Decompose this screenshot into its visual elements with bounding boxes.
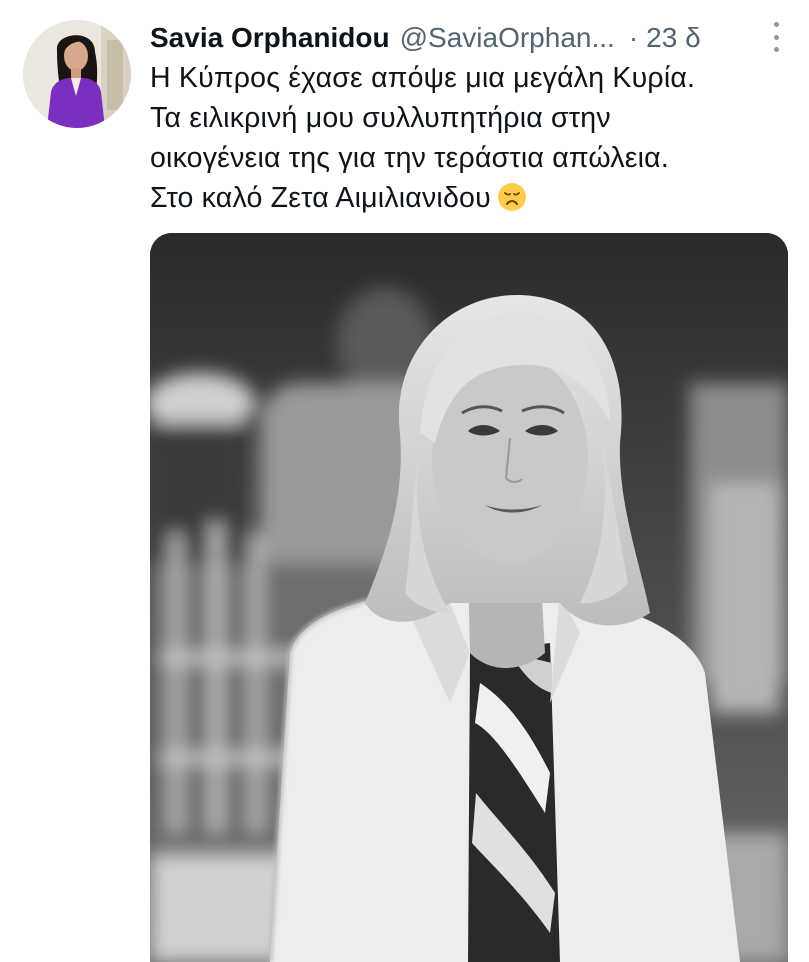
- avatar[interactable]: [23, 20, 131, 128]
- tweet-text-line: Η Κύπρος έχασε απόψε μια μεγάλη Κυρία.: [150, 62, 696, 94]
- disappointed-face-icon: [497, 182, 527, 223]
- author-handle[interactable]: @SaviaOrphan...: [400, 22, 615, 54]
- more-options-icon[interactable]: [771, 22, 781, 52]
- tweet-text-line-content: Στο καλό Ζετα Αιμιλιανιδου: [150, 182, 491, 214]
- tweet-header: Savia Orphanidou @SaviaOrphan... · 23 δ: [150, 16, 789, 60]
- tweet: Savia Orphanidou @SaviaOrphan... · 23 δ …: [0, 0, 809, 962]
- tweet-text: Η Κύπρος έχασε απόψε μια μεγάλη Κυρία. Τ…: [150, 58, 790, 223]
- tweet-text-line: Τα ειλικρινή μου συλλυπητήρια στην: [150, 102, 611, 134]
- author-name[interactable]: Savia Orphanidou: [150, 22, 390, 54]
- tweet-timestamp[interactable]: 23 δ: [646, 22, 701, 54]
- tweet-text-line: οικογένεια της για την τεράστια απώλεια.: [150, 142, 669, 174]
- tweet-text-line: Στο καλό Ζετα Αιμιλιανιδου: [150, 178, 790, 223]
- tweet-photo[interactable]: [150, 233, 788, 962]
- separator: ·: [628, 22, 639, 53]
